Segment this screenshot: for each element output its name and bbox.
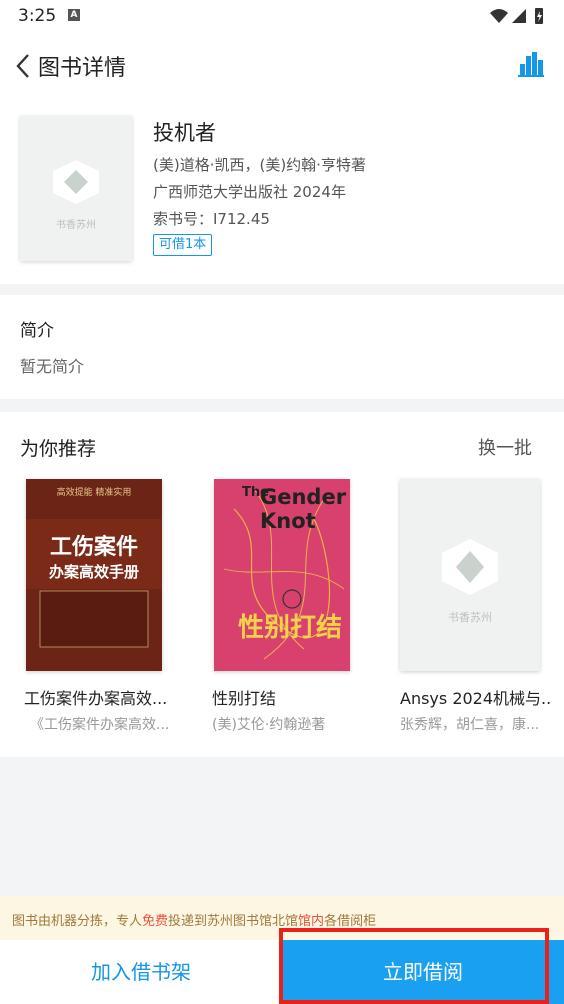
status-icons <box>488 6 548 30</box>
book-cover: 书香苏州 <box>20 116 132 261</box>
header: 图书详情 <box>0 34 564 96</box>
book-cover: The Gender Knot 性别打结 <box>214 479 350 671</box>
bar-chart-icon[interactable] <box>518 50 544 78</box>
cover-title-line1: 工伤案件 <box>49 534 138 560</box>
bottom-action-bar: 加入借书架 立即借阅 <box>0 940 564 1004</box>
cover-en-line3: Knot <box>260 509 316 533</box>
recommended-book-title: Ansys 2024机械与... <box>400 689 550 708</box>
recommendations-section: 为你推荐 换一批 高效提能 精准实用 工伤案件 办案高效手册 工伤案件办案高效.… <box>0 412 564 757</box>
cover-placeholder-text: 书香苏州 <box>56 220 96 231</box>
notice-part3: 各借阅柜 <box>324 914 377 929</box>
notice-free: 免费 <box>142 914 169 929</box>
cover-cn-title: 性别打结 <box>238 613 343 643</box>
call-number: 索书号：I712.45 <box>153 210 270 228</box>
status-bar: 3:25 A <box>0 0 564 34</box>
status-time: 3:25 <box>18 6 57 26</box>
intro-text: 暂无简介 <box>20 357 85 376</box>
recommended-book-subtitle: 《工伤案件办案高效... <box>30 717 170 733</box>
cover-placeholder-text: 书香苏州 <box>448 611 492 624</box>
refresh-button[interactable]: 换一批 <box>478 434 532 460</box>
recommended-book-subtitle: 张秀辉，胡仁喜，康... <box>400 717 540 733</box>
notification-a-icon: A <box>68 9 80 21</box>
notice-part1: 图书由机器分拣，专人 <box>12 914 143 929</box>
recommended-book-subtitle: (美)艾伦·约翰逊著 <box>212 717 326 733</box>
cover-en-line2: Gender <box>260 485 347 509</box>
book-cover: 书香苏州 <box>400 479 540 671</box>
recommended-book-title: 性别打结 <box>212 689 277 708</box>
wifi-icon <box>490 9 508 23</box>
book-publisher: 广西师范大学出版社 2024年 <box>153 183 346 201</box>
intro-section: 简介 暂无简介 <box>0 295 564 399</box>
add-to-shelf-button[interactable]: 加入借书架 <box>0 940 282 1004</box>
recommendations-heading: 为你推荐 <box>20 438 97 460</box>
recommended-book-title: 工伤案件办案高效... <box>24 689 168 708</box>
notice-inside: 馆内 <box>298 914 325 929</box>
book-info-card: 书香苏州 投机者 (美)道格·凯西，(美)约翰·亨特著 广西师范大学出版社 20… <box>0 96 564 284</box>
cover-title-line2: 办案高效手册 <box>48 563 139 581</box>
cover-tagline: 高效提能 精准实用 <box>56 488 132 498</box>
back-arrow-icon[interactable] <box>14 52 34 80</box>
book-cover: 高效提能 精准实用 工伤案件 办案高效手册 <box>26 479 162 671</box>
signal-icon <box>512 9 526 23</box>
delivery-notice: 图书由机器分拣，专人免费投递到苏州图书馆北馆馆内各借阅柜 <box>0 896 564 940</box>
page-title: 图书详情 <box>38 56 127 81</box>
book-author: (美)道格·凯西，(美)约翰·亨特著 <box>153 156 366 174</box>
book-title: 投机者 <box>153 121 216 145</box>
notice-part2: 投递到苏州图书馆北馆 <box>168 914 299 929</box>
borrow-now-button[interactable]: 立即借阅 <box>282 940 564 1004</box>
intro-heading: 简介 <box>20 321 54 341</box>
availability-badge: 可借1本 <box>153 234 213 256</box>
notice-text: 图书由机器分拣，专人免费投递到苏州图书馆北馆馆内各借阅柜 <box>12 910 376 929</box>
